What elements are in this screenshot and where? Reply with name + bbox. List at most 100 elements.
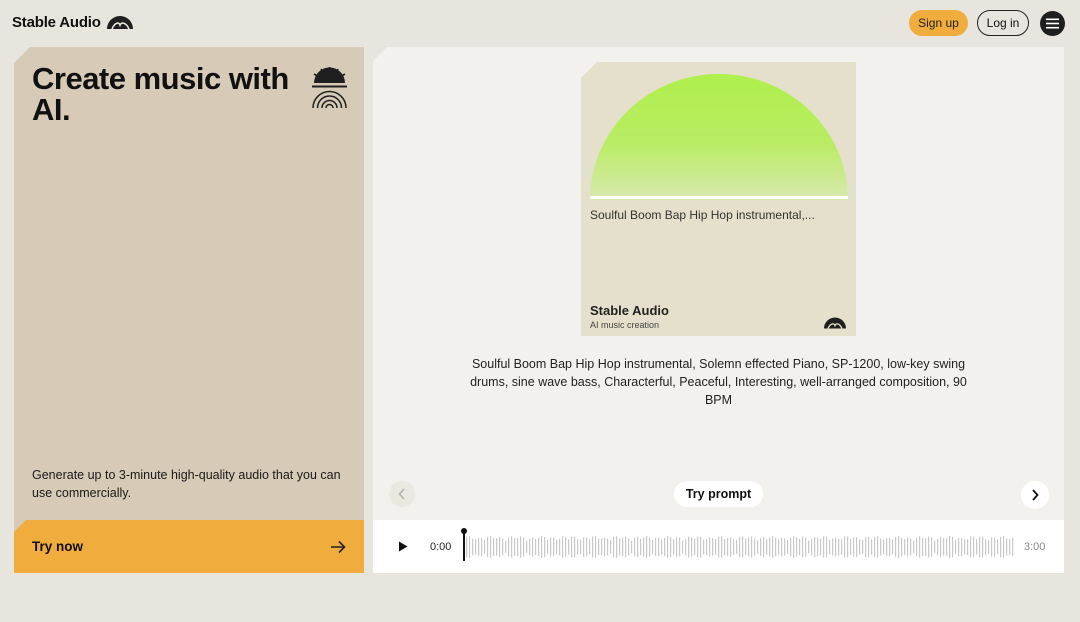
waveform-bar <box>961 537 963 557</box>
waveform-bar <box>481 538 483 556</box>
waveform-bar <box>667 536 669 558</box>
waveform-bar <box>583 537 585 557</box>
waveform-bar <box>661 539 663 555</box>
waveform-bar <box>568 539 570 555</box>
waveform-bar <box>943 538 945 556</box>
waveform-bar <box>709 537 711 557</box>
waveform-bar <box>865 537 867 557</box>
waveform-bar <box>1000 536 1002 558</box>
try-now-label: Try now <box>32 539 84 554</box>
waveform-bar <box>874 537 876 557</box>
waveform-bar <box>679 537 681 557</box>
waveform-bar <box>805 537 807 557</box>
waveform-bar <box>775 537 777 557</box>
waveform-bar <box>976 539 978 555</box>
waveform-bar <box>601 538 603 556</box>
sunrise-logo-icon <box>312 67 347 109</box>
waveform-bar <box>826 536 828 558</box>
waveform-bar <box>526 540 528 554</box>
playhead-line[interactable] <box>463 530 465 561</box>
waveform-bar <box>733 539 735 555</box>
waveform-bar <box>952 536 954 558</box>
waveform-bar <box>925 538 927 556</box>
waveform-bar <box>817 537 819 557</box>
waveform-bar <box>655 538 657 556</box>
audio-player: 0:00 3:00 <box>373 520 1064 573</box>
waveform-bar <box>541 536 543 558</box>
menu-button[interactable] <box>1040 11 1065 36</box>
waveform-bar <box>592 536 594 558</box>
hamburger-icon <box>1046 18 1059 29</box>
try-prompt-button[interactable]: Try prompt <box>674 481 763 507</box>
next-prompt-button[interactable] <box>1021 481 1049 509</box>
previous-prompt-button[interactable] <box>389 481 415 507</box>
waveform-bar <box>550 537 552 557</box>
waveform-bar <box>676 537 678 557</box>
hero-title: Create music with AI. <box>32 61 289 127</box>
waveform-bar <box>751 536 753 558</box>
waveform-bar <box>760 537 762 557</box>
waveform-bar <box>715 539 717 555</box>
waveform-bar <box>559 538 561 556</box>
waveform-bar <box>529 538 531 556</box>
waveform-bar <box>649 537 651 557</box>
waveform-bar <box>871 539 873 555</box>
play-button[interactable] <box>396 539 410 553</box>
waveform-bar <box>928 536 930 558</box>
waveform-bar <box>886 538 888 556</box>
waveform-bar <box>778 539 780 555</box>
brand[interactable]: Stable Audio <box>12 13 135 31</box>
waveform-bar <box>631 541 633 554</box>
waveform-bar <box>889 537 891 557</box>
waveform-bar <box>469 536 471 558</box>
waveform-bar <box>688 536 690 558</box>
waveform-bar <box>628 538 630 556</box>
waveform-bar <box>517 537 519 557</box>
waveform-scrubber[interactable] <box>463 532 1015 562</box>
waveform-bar <box>811 538 813 556</box>
brand-name: Stable Audio <box>12 13 101 31</box>
waveform-bar <box>472 538 474 556</box>
waveform-bar <box>916 537 918 557</box>
waveform-bar <box>565 537 567 557</box>
waveform-bar <box>619 538 621 556</box>
log-in-button[interactable]: Log in <box>977 10 1029 36</box>
waveform-bar <box>880 538 882 556</box>
waveform-bar <box>883 539 885 555</box>
top-bar: Stable Audio Sign up Log in <box>0 0 1080 46</box>
waveform-bar <box>697 536 699 558</box>
waveform-bar <box>490 536 492 558</box>
waveform-bar <box>532 537 534 557</box>
waveform-bar <box>547 539 549 555</box>
playhead-handle[interactable] <box>461 528 467 534</box>
try-now-button[interactable]: Try now <box>14 520 364 573</box>
waveform-bar <box>856 537 858 557</box>
current-time: 0:00 <box>430 541 452 553</box>
waveform-bar <box>658 537 660 557</box>
waveform-bar <box>721 536 723 558</box>
waveform-bar <box>736 539 738 554</box>
waveform-bar <box>700 536 702 558</box>
waveform-bar <box>478 538 480 556</box>
waveform-bar <box>496 538 498 556</box>
hero-card: Create music with AI. Generate up to 3-m… <box>14 47 364 573</box>
waveform-bar <box>595 536 597 558</box>
waveform-bar <box>487 536 489 558</box>
waveform-bar <box>820 538 822 556</box>
chevron-left-icon <box>398 488 405 500</box>
prompt-panel: Soulful Boom Bap Hip Hop instrumental,..… <box>373 47 1064 573</box>
waveform-bar <box>766 539 768 555</box>
waveform-bar <box>901 537 903 557</box>
waveform-bar <box>790 537 792 557</box>
waveform-bar <box>895 537 897 557</box>
sign-up-button[interactable]: Sign up <box>909 10 968 36</box>
waveform-bar <box>787 540 789 554</box>
album-divider <box>590 196 848 199</box>
waveform-bar <box>682 540 684 554</box>
waveform-bar <box>769 537 771 557</box>
waveform-bar <box>772 536 774 558</box>
waveform-bar <box>829 539 831 555</box>
waveform-bar <box>523 537 525 557</box>
waveform-bar <box>730 537 732 557</box>
waveform-bar <box>742 536 744 558</box>
